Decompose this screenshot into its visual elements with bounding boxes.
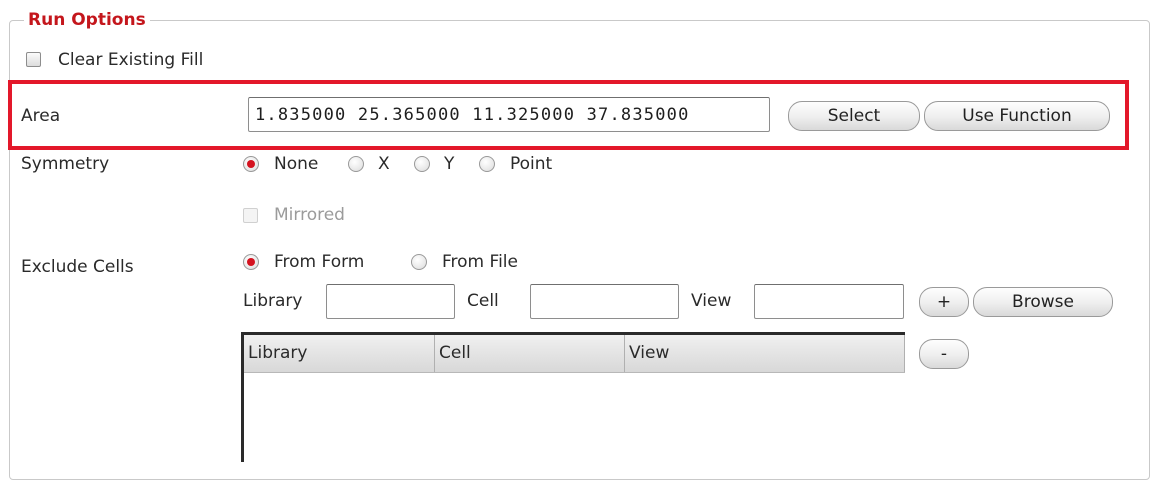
symmetry-y-label: Y <box>444 154 455 174</box>
from-form-radio[interactable] <box>243 254 259 270</box>
remove-button[interactable]: - <box>919 339 969 369</box>
view-field-label: View <box>691 291 732 311</box>
select-button[interactable]: Select <box>788 101 920 131</box>
add-button[interactable]: + <box>919 287 969 317</box>
clear-existing-fill-label: Clear Existing Fill <box>58 50 204 70</box>
symmetry-point-label: Point <box>510 154 553 174</box>
from-file-label: From File <box>442 252 518 272</box>
use-function-button[interactable]: Use Function <box>924 101 1110 131</box>
symmetry-point-radio[interactable] <box>479 156 495 172</box>
library-field-label: Library <box>243 291 303 311</box>
view-input[interactable] <box>754 284 904 319</box>
column-header-library[interactable]: Library <box>244 335 435 372</box>
column-header-view[interactable]: View <box>625 335 905 372</box>
browse-button[interactable]: Browse <box>973 287 1113 317</box>
exclude-cells-label: Exclude Cells <box>21 257 134 277</box>
symmetry-y-radio[interactable] <box>414 156 430 172</box>
cell-input[interactable] <box>530 284 679 319</box>
exclude-cells-table[interactable]: Library Cell View <box>241 332 905 462</box>
symmetry-none-radio[interactable] <box>243 156 259 172</box>
run-options-title: Run Options <box>24 8 150 32</box>
from-file-radio[interactable] <box>411 254 427 270</box>
symmetry-none-label: None <box>274 154 319 174</box>
symmetry-x-label: X <box>378 154 390 174</box>
area-input[interactable] <box>248 97 770 132</box>
symmetry-label: Symmetry <box>21 154 110 174</box>
area-label: Area <box>21 106 61 126</box>
from-form-label: From Form <box>274 252 365 272</box>
mirrored-checkbox[interactable] <box>243 208 258 223</box>
clear-existing-fill-checkbox[interactable] <box>26 52 41 67</box>
column-header-cell[interactable]: Cell <box>435 335 625 372</box>
mirrored-label: Mirrored <box>274 205 345 225</box>
symmetry-x-radio[interactable] <box>348 156 364 172</box>
library-input[interactable] <box>326 284 455 319</box>
cell-field-label: Cell <box>467 291 499 311</box>
table-header: Library Cell View <box>244 335 905 373</box>
